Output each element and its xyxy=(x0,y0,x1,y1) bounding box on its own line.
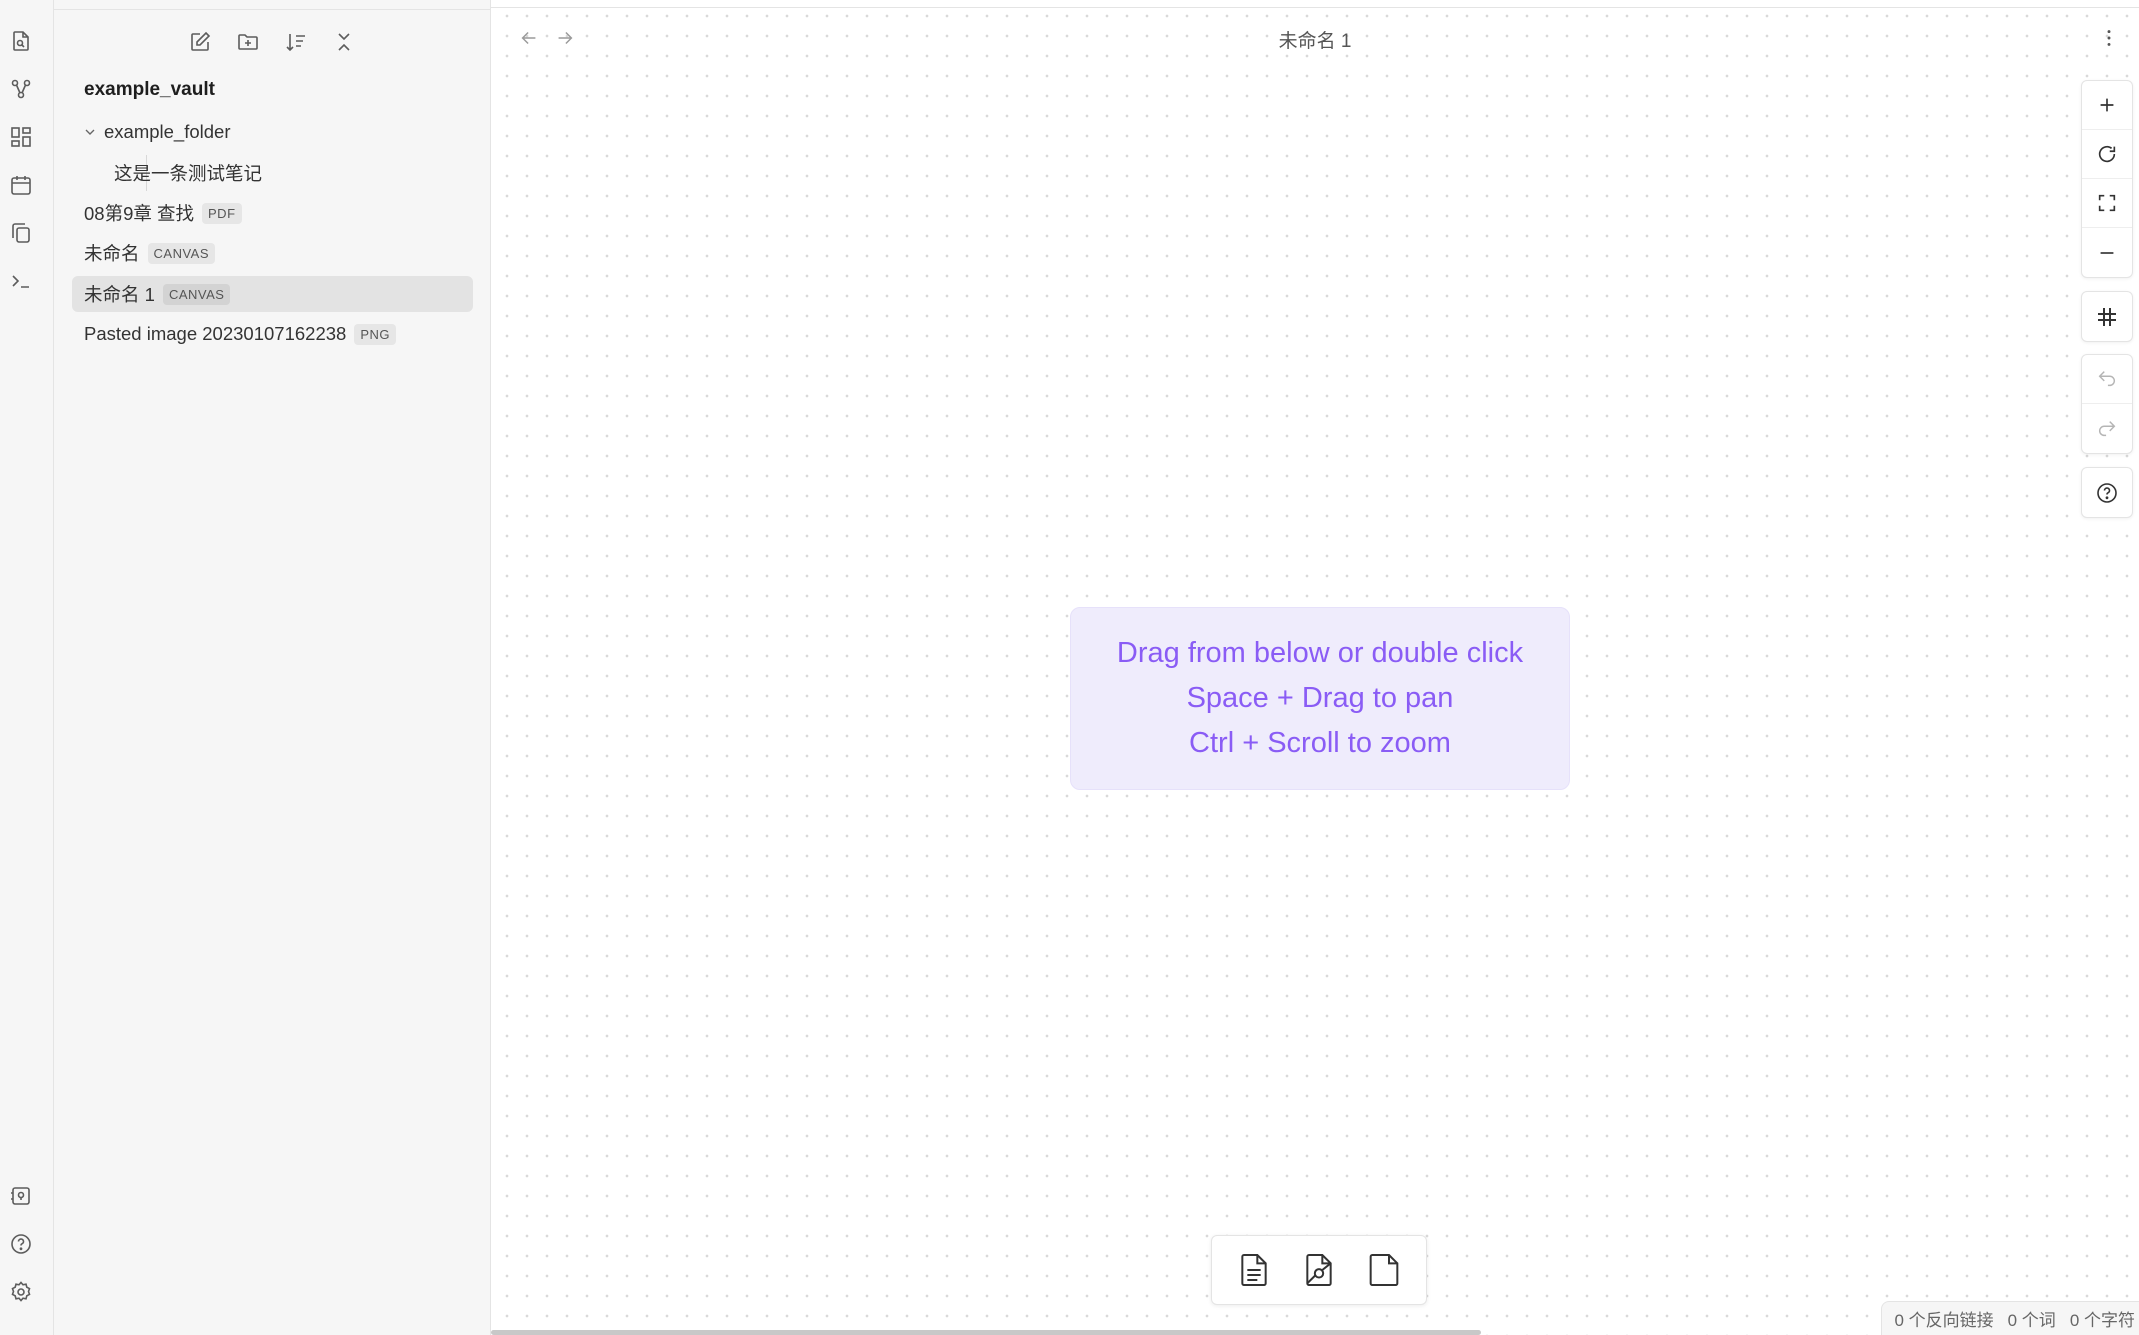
tree-file-test-note[interactable]: 这是一条测试笔记 xyxy=(96,155,473,191)
tree-folder-example-folder[interactable]: example_folder xyxy=(72,114,473,150)
tree-file-canvas-active[interactable]: 未命名 1 CANVAS xyxy=(72,276,473,312)
help-icon[interactable] xyxy=(2082,468,2132,517)
view-header: 未命名 1 xyxy=(491,8,2139,68)
dashboard-icon[interactable] xyxy=(5,121,37,153)
undo-icon[interactable] xyxy=(2082,355,2132,404)
canvas-card-menu xyxy=(1211,1235,1427,1305)
reset-zoom-icon[interactable] xyxy=(2082,130,2132,179)
add-note-card-icon[interactable] xyxy=(1226,1242,1282,1298)
vault-name[interactable]: example_vault xyxy=(84,79,215,101)
zoom-in-icon[interactable] xyxy=(2082,81,2132,130)
fit-screen-icon[interactable] xyxy=(2082,179,2132,228)
add-text-card-icon[interactable] xyxy=(1356,1242,1412,1298)
calendar-icon[interactable] xyxy=(5,169,37,201)
hint-line: Space + Drag to pan xyxy=(1186,682,1454,714)
zoom-controls xyxy=(2081,80,2133,278)
snap-controls xyxy=(2081,291,2133,342)
add-media-card-icon[interactable] xyxy=(1291,1242,1347,1298)
file-label: 未命名 xyxy=(84,243,140,264)
snap-grid-icon[interactable] xyxy=(2082,292,2132,341)
file-label: 这是一条测试笔记 xyxy=(114,163,263,184)
help-controls xyxy=(2081,467,2133,518)
status-bar: 0 个反向链接 0 个词 0 个字符 xyxy=(1881,1301,2139,1335)
canvas-view[interactable]: 未命名 1 Drag from below or double click Sp… xyxy=(491,0,2139,1335)
file-type-badge: PDF xyxy=(202,202,242,224)
tree-file-canvas[interactable]: 未命名 CANVAS xyxy=(72,235,473,271)
history-controls xyxy=(2081,354,2133,454)
hint-line: Ctrl + Scroll to zoom xyxy=(1189,727,1451,759)
folder-label: example_folder xyxy=(104,121,231,142)
zoom-out-icon[interactable] xyxy=(2082,228,2132,277)
collapse-all-icon[interactable] xyxy=(328,26,360,58)
canvas-empty-hint: Drag from below or double click Space + … xyxy=(1070,607,1570,790)
sidebar-tab-strip xyxy=(54,0,491,10)
horizontal-scrollbar[interactable] xyxy=(491,1330,1481,1335)
terminal-icon[interactable] xyxy=(5,265,37,297)
file-label: 未命名 1 xyxy=(84,284,155,305)
file-label: 08第9章 查找 xyxy=(84,203,195,224)
file-type-badge: CANVAS xyxy=(147,242,216,264)
left-ribbon xyxy=(0,0,54,1335)
new-note-icon[interactable] xyxy=(184,26,216,58)
backlinks-count[interactable]: 0 个反向链接 xyxy=(1894,1306,1993,1331)
more-options-icon[interactable] xyxy=(2093,22,2125,54)
char-count: 0 个字符 xyxy=(2069,1311,2135,1330)
graph-view-icon[interactable] xyxy=(5,73,37,105)
hint-line: Drag from below or double click xyxy=(1116,637,1524,669)
settings-icon[interactable] xyxy=(5,1276,37,1308)
tab-strip xyxy=(491,0,2139,8)
help-icon[interactable] xyxy=(5,1228,37,1260)
file-label: Pasted image 20230107162238 xyxy=(84,323,347,344)
file-type-badge: PNG xyxy=(354,323,396,345)
file-type-badge: CANVAS xyxy=(162,283,231,305)
word-count: 0 个词 xyxy=(2007,1311,2056,1330)
file-search-icon[interactable] xyxy=(5,25,37,57)
chevron-down-icon xyxy=(82,124,98,140)
copy-icon[interactable] xyxy=(5,217,37,249)
view-title[interactable]: 未命名 1 xyxy=(491,26,2139,53)
new-folder-icon[interactable] xyxy=(232,26,264,58)
tree-file-png[interactable]: Pasted image 20230107162238 PNG xyxy=(72,316,473,352)
redo-icon[interactable] xyxy=(2082,404,2132,453)
tree-file-pdf[interactable]: 08第9章 查找 PDF xyxy=(72,195,473,231)
file-explorer: example_vault example_folder 这是一条测试笔记 08… xyxy=(54,0,491,1335)
sort-icon[interactable] xyxy=(280,26,312,58)
vault-switcher-icon[interactable] xyxy=(5,1180,37,1212)
